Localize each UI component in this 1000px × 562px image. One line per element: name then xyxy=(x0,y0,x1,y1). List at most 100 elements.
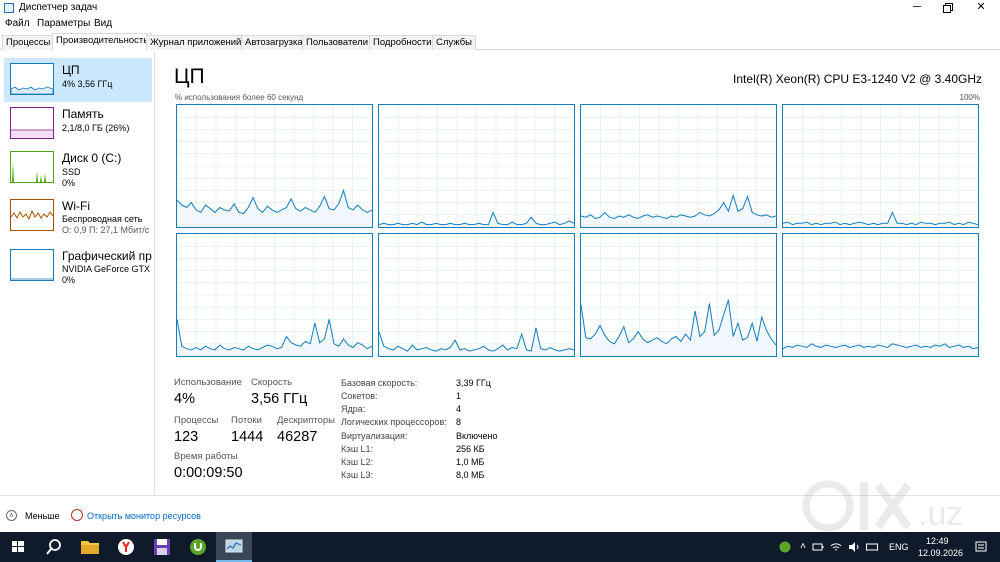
sidebar-item-detail: 4% 3,56 ГГц xyxy=(62,79,113,89)
sidebar-item-detail-2: О: 0,9 П: 27,1 Мбит/с xyxy=(62,225,150,235)
taskbar-yandex-browser[interactable] xyxy=(108,532,144,562)
search-icon xyxy=(46,539,61,555)
sidebar-item-cpu[interactable]: ЦП 4% 3,56 ГГц xyxy=(4,58,152,102)
logical-processor-graph xyxy=(176,233,373,357)
spec-label: Логических процессоров: xyxy=(341,417,447,427)
windows-logo-icon xyxy=(12,541,24,552)
cpu-model-name: Intel(R) Xeon(R) CPU E3-1240 V2 @ 3.40GH… xyxy=(733,72,982,86)
sidebar-item-disk[interactable]: Диск 0 (C:) SSD 0% xyxy=(4,146,152,190)
spec-value: 1 xyxy=(456,391,462,401)
open-resource-monitor-link[interactable]: Открыть монитор ресурсов xyxy=(87,511,201,521)
speed-label: Скорость xyxy=(251,377,293,388)
taskbar-save-app[interactable] xyxy=(144,532,180,562)
restore-icon xyxy=(943,3,953,13)
volume-icon[interactable] xyxy=(848,541,860,553)
spec-label: Сокетов: xyxy=(341,391,378,401)
sidebar-item-title: Память xyxy=(62,107,104,121)
utorrent-tray-icon[interactable] xyxy=(779,541,791,553)
floppy-disk-icon xyxy=(154,539,170,555)
graph-max-label: 100% xyxy=(959,93,980,102)
menu-options[interactable]: Параметры xyxy=(37,18,90,29)
windows-taskbar: ˄ ENG 12:49 12.09.2026 xyxy=(0,532,1000,562)
sidebar-item-title: Диск 0 (C:) xyxy=(62,151,122,165)
taskbar-task-manager[interactable] xyxy=(216,532,252,562)
keyboard-icon[interactable] xyxy=(866,541,878,553)
spec-label: Базовая скорость: xyxy=(341,378,418,388)
logical-processor-graph xyxy=(782,233,979,357)
memory-thumbnail-graph xyxy=(10,107,54,139)
spec-value: 8 xyxy=(456,417,462,427)
cpu-thumbnail-graph xyxy=(10,63,54,95)
usage-label: Использование xyxy=(174,377,242,388)
logical-processor-graph xyxy=(580,104,777,228)
resource-monitor-icon xyxy=(71,509,83,521)
wifi-thumbnail-graph xyxy=(10,199,54,231)
processes-label: Процессы xyxy=(174,415,219,426)
task-manager-app-icon xyxy=(4,3,14,13)
maximize-button[interactable] xyxy=(933,0,963,16)
tab-processes[interactable]: Процессы xyxy=(2,35,55,50)
notifications-icon[interactable] xyxy=(975,541,987,553)
performance-panel: ЦП Intel(R) Xeon(R) CPU E3-1240 V2 @ 3.4… xyxy=(156,52,1000,495)
spec-label: Кэш L3: xyxy=(341,470,374,480)
handles-label: Дескрипторы xyxy=(277,415,335,426)
sidebar-item-title: Графический про xyxy=(62,249,152,263)
svg-text:.uz: .uz xyxy=(918,495,963,533)
spec-value: 1,0 МБ xyxy=(456,457,485,467)
battery-icon[interactable] xyxy=(812,541,824,553)
logical-processor-graph xyxy=(580,233,777,357)
olx-logo-shapes: .uz xyxy=(802,480,963,533)
sidebar-item-wifi[interactable]: Wi-Fi Беспроводная сеть О: 0,9 П: 27,1 М… xyxy=(4,194,152,238)
processes-value: 123 xyxy=(174,429,199,445)
logical-processor-graph xyxy=(782,104,979,228)
clock-time[interactable]: 12:49 xyxy=(926,536,949,546)
page-title: ЦП xyxy=(174,65,205,88)
sidebar-item-detail: Беспроводная сеть xyxy=(62,214,143,224)
logical-processor-graph xyxy=(176,104,373,228)
graph-caption: % использования более 60 секунд xyxy=(175,93,304,102)
tab-details[interactable]: Подробности xyxy=(369,35,436,50)
logical-processor-graph xyxy=(378,233,575,357)
minimize-button[interactable]: ─ xyxy=(902,0,932,16)
menu-view[interactable]: Вид xyxy=(94,18,112,29)
start-button[interactable] xyxy=(0,532,36,562)
chevron-up-icon[interactable]: ˄ xyxy=(797,541,809,553)
spec-value: 3,39 ГГц xyxy=(456,378,491,388)
menu-file[interactable]: Файл xyxy=(5,18,30,29)
search-button[interactable] xyxy=(36,532,72,562)
chevron-up-icon[interactable]: ˄ xyxy=(6,510,17,521)
fewer-details-link[interactable]: Меньше xyxy=(25,511,60,521)
taskbar-utorrent[interactable] xyxy=(180,532,216,562)
sidebar-item-memory[interactable]: Память 2,1/8,0 ГБ (26%) xyxy=(4,102,152,146)
taskbar-file-explorer[interactable] xyxy=(72,532,108,562)
tab-performance[interactable]: Производительность xyxy=(52,33,153,51)
sidebar-item-gpu[interactable]: Графический про NVIDIA GeForce GTX 460 0… xyxy=(4,244,152,288)
usage-value: 4% xyxy=(174,391,195,407)
wifi-icon[interactable] xyxy=(830,541,842,553)
yandex-browser-icon xyxy=(118,539,134,555)
sidebar-item-detail-2: 0% xyxy=(62,178,76,188)
title-bar: Диспетчер задач ─ ✕ xyxy=(0,0,1000,16)
spec-value: 4 xyxy=(456,404,462,414)
resource-sidebar: ЦП 4% 3,56 ГГц Память 2,1/8,0 ГБ (26%) Д… xyxy=(0,52,155,495)
uptime-label: Время работы xyxy=(174,451,238,462)
close-button[interactable]: ✕ xyxy=(966,0,996,16)
tab-startup[interactable]: Автозагрузка xyxy=(241,35,307,50)
sidebar-item-detail: NVIDIA GeForce GTX 460 xyxy=(62,264,152,274)
spec-label: Ядра: xyxy=(341,404,366,414)
tab-bar: Процессы Производительность Журнал прило… xyxy=(0,33,1000,51)
handles-value: 46287 xyxy=(277,429,318,445)
sidebar-item-detail: SSD xyxy=(62,167,81,177)
uptime-value: 0:00:09:50 xyxy=(174,465,243,481)
clock-date[interactable]: 12.09.2026 xyxy=(918,548,963,558)
tab-users[interactable]: Пользователи xyxy=(302,35,373,50)
menu-bar: Файл Параметры Вид xyxy=(0,16,1000,32)
task-manager-icon xyxy=(225,539,243,553)
disk-thumbnail-graph xyxy=(10,151,54,183)
tab-services[interactable]: Службы xyxy=(432,35,476,50)
sidebar-item-title: Wi-Fi xyxy=(62,199,90,213)
watermark-logo: .uz xyxy=(800,477,980,535)
tab-app-history[interactable]: Журнал приложений xyxy=(146,35,246,50)
gpu-thumbnail-graph xyxy=(10,249,54,281)
input-language[interactable]: ENG xyxy=(889,542,909,552)
